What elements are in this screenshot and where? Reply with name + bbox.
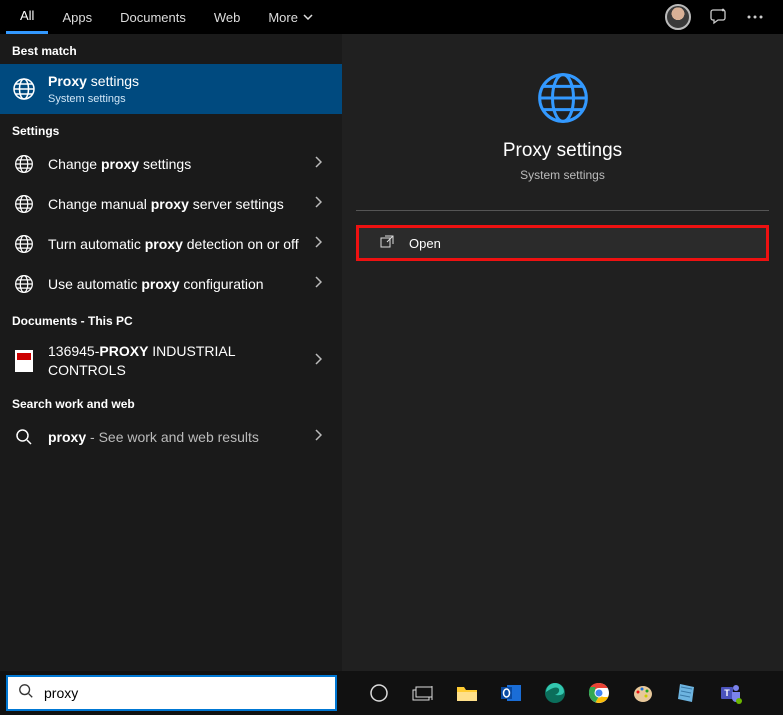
open-action[interactable]: Open [356, 225, 769, 261]
task-view-icon[interactable] [409, 679, 437, 707]
globe-icon [12, 77, 36, 101]
taskbar: T [0, 671, 783, 715]
outlook-icon[interactable] [497, 679, 525, 707]
result-setting-0[interactable]: Change proxy settings [0, 144, 342, 184]
divider [356, 210, 769, 211]
tab-more[interactable]: More [254, 0, 327, 34]
user-avatar[interactable] [665, 4, 691, 30]
tab-apps[interactable]: Apps [48, 0, 106, 34]
search-filter-tabs: All Apps Documents Web More [0, 0, 783, 34]
search-icon [18, 683, 34, 704]
open-icon [379, 234, 395, 253]
preview-title: Proxy settings [342, 140, 783, 162]
edge-icon[interactable] [541, 679, 569, 707]
feedback-icon[interactable] [709, 7, 729, 27]
paint-icon[interactable] [629, 679, 657, 707]
ellipsis-icon[interactable] [747, 15, 763, 19]
result-subtitle: System settings [48, 92, 330, 106]
result-label: 136945-PROXY INDUSTRIAL CONTROLS [48, 342, 302, 378]
result-label: Turn automatic proxy detection on or off [48, 235, 302, 253]
cortana-icon[interactable] [365, 679, 393, 707]
section-best-match: Best match [0, 34, 342, 64]
chevron-right-icon [314, 352, 330, 370]
section-workweb: Search work and web [0, 387, 342, 417]
result-setting-1[interactable]: Change manual proxy server settings [0, 184, 342, 224]
preview-panel: Proxy settings System settings Open [342, 34, 783, 671]
section-documents: Documents - This PC [0, 304, 342, 334]
tab-web[interactable]: Web [200, 0, 255, 34]
chevron-right-icon [314, 235, 330, 253]
chrome-icon[interactable] [585, 679, 613, 707]
pdf-icon [12, 349, 36, 373]
result-document-0[interactable]: 136945-PROXY INDUSTRIAL CONTROLS [0, 334, 342, 386]
chevron-right-icon [314, 195, 330, 213]
tab-more-label: More [268, 10, 298, 25]
chevron-right-icon [314, 275, 330, 293]
result-label: Change manual proxy server settings [48, 195, 302, 213]
chevron-right-icon [314, 428, 330, 446]
tab-all[interactable]: All [6, 0, 48, 34]
globe-icon [535, 70, 591, 126]
result-setting-3[interactable]: Use automatic proxy configuration [0, 264, 342, 304]
notepad-icon[interactable] [673, 679, 701, 707]
search-box[interactable] [6, 675, 337, 711]
globe-icon [12, 152, 36, 176]
preview-subtitle: System settings [342, 168, 783, 182]
teams-icon[interactable]: T [717, 679, 745, 707]
result-label: Change proxy settings [48, 155, 302, 173]
file-explorer-icon[interactable] [453, 679, 481, 707]
results-panel: Best match Proxy settings System setting… [0, 34, 342, 671]
result-title: Proxy settings [48, 72, 330, 90]
section-settings: Settings [0, 114, 342, 144]
result-best-match[interactable]: Proxy settings System settings [0, 64, 342, 114]
result-label: proxy - See work and web results [48, 428, 302, 446]
open-label: Open [409, 236, 441, 251]
search-input[interactable] [44, 685, 325, 701]
tab-documents[interactable]: Documents [106, 0, 200, 34]
chevron-right-icon [314, 155, 330, 173]
chevron-down-icon [303, 14, 313, 20]
svg-text:T: T [724, 688, 730, 698]
result-label: Use automatic proxy configuration [48, 275, 302, 293]
result-workweb-0[interactable]: proxy - See work and web results [0, 417, 342, 457]
result-setting-2[interactable]: Turn automatic proxy detection on or off [0, 224, 342, 264]
globe-icon [12, 272, 36, 296]
globe-icon [12, 232, 36, 256]
search-icon [12, 425, 36, 449]
globe-icon [12, 192, 36, 216]
